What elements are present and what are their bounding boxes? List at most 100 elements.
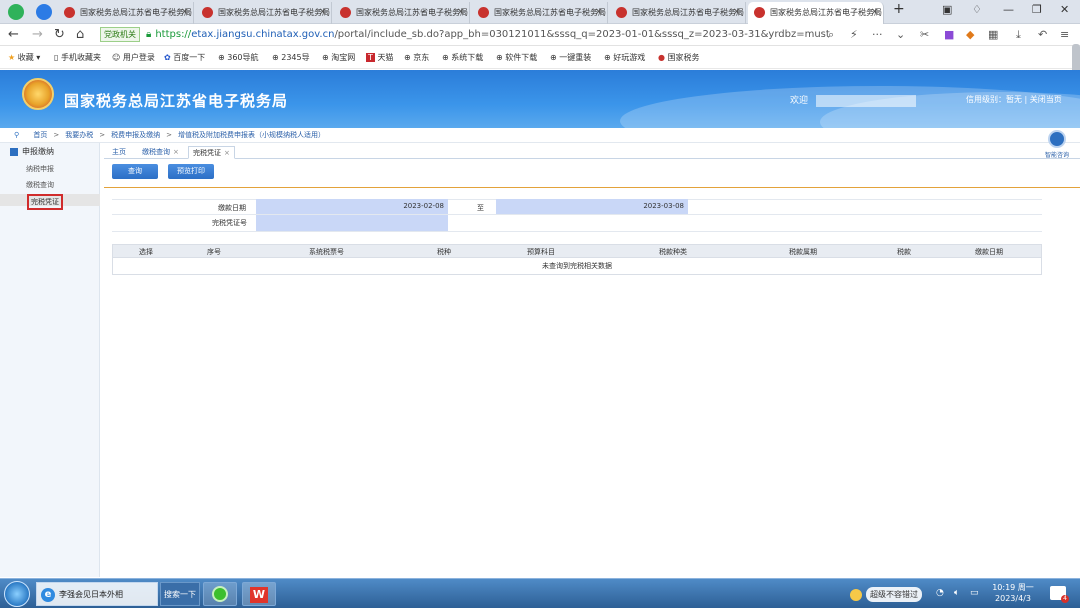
bookmark-item[interactable]: ⊕ 京东 [404, 52, 429, 63]
query-button[interactable]: 查询 [112, 164, 158, 179]
print-preview-button[interactable]: 预览打印 [168, 164, 214, 179]
undo-icon[interactable]: ↶ [1038, 28, 1047, 41]
column-header: 预算科目 [527, 248, 555, 256]
windows-taskbar: e 李强会见日本外相 搜索一下 W 超级不容错过 ◔ 🔈︎ ▭ 10:19 周一 … [0, 578, 1080, 608]
reload-icon[interactable]: ↻ [54, 27, 65, 42]
star-icon: ★ [8, 53, 16, 62]
system-clock[interactable]: 10:19 周一 2023/4/3 [990, 582, 1036, 604]
column-header: 缴款日期 [975, 248, 1003, 256]
lightning-icon[interactable]: ⚡ [850, 28, 858, 41]
browser-tab[interactable]: 国家税务总局江苏省电子税务局 ✕ [334, 2, 470, 24]
start-button[interactable] [4, 581, 30, 607]
date-from-input[interactable]: 2023-02-08 [256, 199, 448, 214]
site-favicon-icon [202, 7, 213, 18]
bookmark-item[interactable]: ⊕ 系统下载 [442, 52, 483, 63]
emoji-icon [850, 588, 862, 601]
maximize-icon[interactable]: ❐ [1032, 3, 1042, 16]
close-icon[interactable]: × [224, 149, 230, 157]
bookmark-item[interactable]: ★ 收藏 ▾ [8, 52, 40, 63]
bookmark-item[interactable]: ⊕ 一键重装 [550, 52, 591, 63]
download-icon[interactable]: ⤓ [1016, 28, 1021, 42]
bookmark-item[interactable]: ☺ 用户登录 [112, 52, 155, 63]
window-close-icon[interactable]: ✕ [1060, 3, 1069, 16]
browser-tab[interactable]: 国家税务总局江苏省电子税务局 ✕ [472, 2, 608, 24]
tab-payment-query[interactable]: 缴税查询 × [138, 146, 183, 159]
volume-icon[interactable]: 🔈︎ [954, 588, 959, 598]
taskbar-browser-item[interactable]: e 李强会见日本外相 [36, 582, 158, 606]
scissors-icon[interactable]: ✂ [920, 28, 929, 41]
browser-tab[interactable]: 国家税务总局江苏省电子税务局 ✕ [196, 2, 332, 24]
close-icon[interactable]: × [173, 148, 179, 156]
taskbar-360-browser[interactable] [203, 582, 237, 606]
shirt-skin-icon[interactable]: ♢ [972, 3, 982, 16]
home-icon[interactable]: ⌂ [76, 27, 84, 42]
bookmark-item[interactable]: ⊕ 2345导 [272, 52, 310, 63]
taskbar-search-button[interactable]: 搜索一下 [160, 582, 200, 606]
close-tab-icon[interactable]: ✕ [457, 2, 465, 24]
taskbar-wps[interactable]: W [242, 582, 276, 606]
tab-tax-certificate[interactable]: 完税凭证 × [188, 146, 235, 159]
breadcrumb: ⚲ 首页 > 我要办税 > 税费申报及缴纳 > 增值税及附加税费申报表（小规模纳税人适用） [0, 128, 1080, 143]
breadcrumb-item[interactable]: 我要办税 [65, 131, 93, 139]
more-icon[interactable]: ··· [872, 28, 883, 41]
site-header: 国家税务总局江苏省电子税务局 欢迎 信用级别：暂无 | 关闭当页 [0, 70, 1080, 128]
game-icon[interactable]: ◆ [966, 28, 974, 41]
baidu-icon: ✿ [164, 53, 171, 62]
voucher-number-input[interactable] [256, 215, 448, 231]
close-tab-icon[interactable]: ✕ [871, 2, 879, 24]
bookmark-item[interactable]: ● 国家税务 [658, 52, 700, 63]
globe-icon: ⊕ [604, 53, 611, 62]
globe-icon: ⊕ [496, 53, 503, 62]
chevron-down-icon[interactable]: ⌄ [896, 28, 905, 41]
divider [104, 187, 1080, 188]
apps-grid-icon[interactable]: ▦ [988, 28, 998, 41]
minimize-icon[interactable]: — [1003, 3, 1014, 16]
sidebar-item-tax-filing[interactable]: 纳税申报 [26, 164, 54, 174]
sidebar-toggle-icon[interactable] [36, 4, 52, 20]
bookmark-item[interactable]: ▯ 手机收藏夹 [54, 52, 101, 63]
browser-tab[interactable]: 国家税务总局江苏省电子税务局 ✕ [610, 2, 746, 24]
search-icon[interactable]: ⌕ [828, 28, 834, 42]
browser-tab-active[interactable]: 国家税务总局江苏省电子税务局 ✕ [748, 2, 884, 24]
wps-icon: W [250, 587, 268, 603]
site-favicon-icon [754, 7, 765, 18]
date-to-input[interactable]: 2023-03-08 [496, 199, 688, 214]
extension-icon[interactable]: ■ [944, 28, 954, 41]
breadcrumb-current[interactable]: 增值税及附加税费申报表（小规模纳税人适用） [178, 131, 325, 139]
url-input[interactable]: 党政机关 🔒︎ https://etax.jiangsu.chinatax.gov.… [100, 27, 830, 43]
browser-logo-icon[interactable] [8, 4, 24, 20]
forward-icon[interactable]: → [32, 27, 43, 42]
back-icon[interactable]: ← [8, 27, 19, 42]
input-method-bar[interactable]: 超级不容错过 [850, 587, 922, 602]
new-tab-button[interactable]: + [893, 1, 905, 17]
column-header: 系统税票号 [309, 248, 344, 256]
site-title: 国家税务总局江苏省电子税务局 [64, 92, 289, 110]
credit-level: 信用级别：暂无 [966, 95, 1022, 104]
sidebar-header[interactable]: 申报缴纳 [10, 146, 54, 157]
bookmark-item[interactable]: ⊕ 好玩游戏 [604, 52, 645, 63]
network-icon[interactable]: ◔ [936, 588, 944, 598]
bookmark-item[interactable]: ⊕ 软件下载 [496, 52, 537, 63]
close-tab-icon[interactable]: ✕ [733, 2, 741, 24]
sidebar-item-payment-query[interactable]: 缴税查询 [26, 180, 54, 190]
menu-icon[interactable]: ≡ [1060, 28, 1069, 41]
breadcrumb-home[interactable]: 首页 [33, 131, 47, 139]
bookmark-item[interactable]: T 天猫 [366, 52, 393, 63]
close-page-link[interactable]: 关闭当页 [1030, 95, 1062, 104]
close-tab-icon[interactable]: ✕ [595, 2, 603, 24]
browser-tab[interactable]: 国家税务总局江苏省电子税务局 ✕ [58, 2, 194, 24]
tab-list-icon[interactable]: ▣ [942, 3, 952, 16]
divider [112, 214, 1042, 215]
close-tab-icon[interactable]: ✕ [181, 2, 189, 24]
tab-home[interactable]: 主页 [108, 146, 130, 159]
username-mask [816, 94, 917, 107]
notification-count: 4 [1061, 595, 1069, 603]
close-tab-icon[interactable]: ✕ [319, 2, 327, 24]
bookmark-item[interactable]: ⊕ 360导航 [218, 52, 259, 63]
sidebar-item-tax-certificate[interactable]: 完税凭证 [0, 194, 100, 210]
display-icon[interactable]: ▭ [970, 588, 979, 598]
breadcrumb-item[interactable]: 税费申报及缴纳 [111, 131, 160, 139]
action-center-icon[interactable]: 4 [1050, 586, 1069, 603]
bookmark-item[interactable]: ✿ 百度一下 [164, 52, 205, 63]
bookmark-item[interactable]: ⊕ 淘宝网 [322, 52, 355, 63]
